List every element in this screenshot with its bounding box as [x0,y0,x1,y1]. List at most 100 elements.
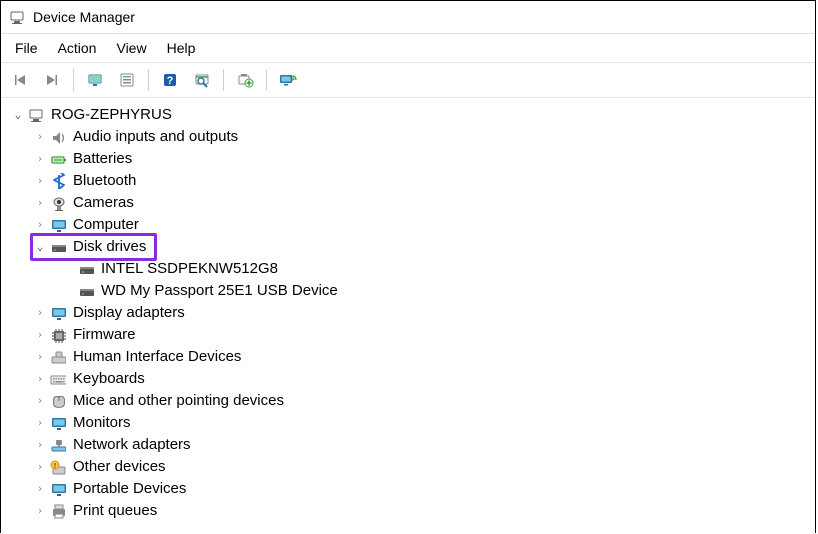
tree-category-label: Mice and other pointing devices [71,390,286,412]
tree-category-label: Display adapters [71,302,187,324]
window-title: Device Manager [33,9,135,25]
tree-category-label: Bluetooth [71,170,138,192]
hdd-icon [49,238,67,256]
monitor-icon [49,414,67,432]
tree-category-display-adapters[interactable]: › Display adapters [5,302,811,324]
tree-category-batteries[interactable]: › Batteries [5,148,811,170]
tree-category-bluetooth[interactable]: › Bluetooth [5,170,811,192]
tree-category-disk-drives[interactable]: ⌄ Disk drives [5,236,811,258]
expander-icon[interactable]: › [33,500,47,522]
expander-icon[interactable]: › [33,478,47,500]
back-button[interactable] [5,65,35,95]
toolbar-separator [266,69,267,91]
toolbar-separator [148,69,149,91]
monitor-icon [49,304,67,322]
monitor-icon [49,480,67,498]
battery-icon [49,150,67,168]
remote-monitor-icon [279,71,297,89]
tree-category-label: Print queues [71,500,159,522]
bluetooth-icon [49,172,67,190]
tree-category-label: Keyboards [71,368,147,390]
highlight-annotation: ⌄ Disk drives [30,233,157,261]
expander-icon[interactable]: › [33,148,47,170]
mouse-icon [49,392,67,410]
tree-category-label: Cameras [71,192,136,214]
expander-icon[interactable]: › [33,434,47,456]
expander-icon[interactable]: › [33,346,47,368]
forward-button[interactable] [37,65,67,95]
toolbar [1,62,815,98]
monitor-icon [49,216,67,234]
help-button[interactable] [155,65,185,95]
tree-category-label: Firmware [71,324,138,346]
menu-view[interactable]: View [106,38,156,58]
tree-root-label: ROG-ZEPHYRUS [49,104,174,126]
expander-icon[interactable]: ⌄ [11,104,25,126]
expander-icon[interactable]: › [33,368,47,390]
tree-category-cameras[interactable]: › Cameras [5,192,811,214]
tree-category-portable-devices[interactable]: › Portable Devices [5,478,811,500]
device-manager-window: Device Manager File Action View Help ⌄ R… [0,0,816,533]
tree-category-label: Audio inputs and outputs [71,126,240,148]
menu-file[interactable]: File [5,38,48,58]
device-tree[interactable]: ⌄ ROG-ZEPHYRUS › Audio inputs and output… [1,98,815,533]
hdd-icon [77,282,95,300]
toolbar-separator [73,69,74,91]
expander-icon[interactable]: › [33,412,47,434]
panel-icon [86,71,104,89]
tree-category-firmware[interactable]: › Firmware [5,324,811,346]
network-icon [49,436,67,454]
chip-icon [49,326,67,344]
expander-icon[interactable]: › [33,456,47,478]
menu-action[interactable]: Action [48,38,107,58]
expander-icon[interactable]: › [33,170,47,192]
devices-by-connection-button[interactable] [273,65,303,95]
menu-help[interactable]: Help [157,38,206,58]
expander-icon[interactable]: › [33,302,47,324]
app-icon [9,9,25,25]
computer-icon [27,106,45,124]
back-icon [11,71,29,89]
tree-device-label: INTEL SSDPEKNW512G8 [99,258,280,280]
hid-icon [49,348,67,366]
forward-icon [43,71,61,89]
tree-category-label: Other devices [71,456,168,478]
tree-category-monitors[interactable]: › Monitors [5,412,811,434]
tree-category-hid[interactable]: › Human Interface Devices [5,346,811,368]
tree-device-wd-passport[interactable]: WD My Passport 25E1 USB Device [5,280,811,302]
tree-device-intel-ssd[interactable]: INTEL SSDPEKNW512G8 [5,258,811,280]
hdd-icon [77,260,95,278]
speaker-icon [49,128,67,146]
scan-hardware-button[interactable] [187,65,217,95]
expander-icon[interactable]: › [33,192,47,214]
add-legacy-hardware-button[interactable] [230,65,260,95]
tree-category-other-devices[interactable]: › Other devices [5,456,811,478]
printer-icon [49,502,67,520]
scan-icon [193,71,211,89]
keyboard-icon [49,370,67,388]
tree-category-network-adapters[interactable]: › Network adapters [5,434,811,456]
expander-icon[interactable]: › [33,324,47,346]
tree-category-label: Monitors [71,412,133,434]
tree-category-keyboards[interactable]: › Keyboards [5,368,811,390]
tree-category-label: Disk drives [71,236,148,258]
expander-icon[interactable]: › [33,126,47,148]
help-icon [161,71,179,89]
expander-icon[interactable]: ⌄ [33,236,47,258]
tree-root[interactable]: ⌄ ROG-ZEPHYRUS [5,104,811,126]
tree-category-audio[interactable]: › Audio inputs and outputs [5,126,811,148]
tree-category-label: Human Interface Devices [71,346,243,368]
properties-button[interactable] [112,65,142,95]
add-device-icon [236,71,254,89]
tree-category-label: Portable Devices [71,478,188,500]
tree-device-label: WD My Passport 25E1 USB Device [99,280,340,302]
camera-icon [49,194,67,212]
tree-category-print-queues[interactable]: › Print queues [5,500,811,522]
tree-category-mice[interactable]: › Mice and other pointing devices [5,390,811,412]
toolbar-separator [223,69,224,91]
show-hide-tree-button[interactable] [80,65,110,95]
tree-category-label: Network adapters [71,434,193,456]
tree-category-label: Batteries [71,148,134,170]
unknown-device-icon [49,458,67,476]
expander-icon[interactable]: › [33,390,47,412]
